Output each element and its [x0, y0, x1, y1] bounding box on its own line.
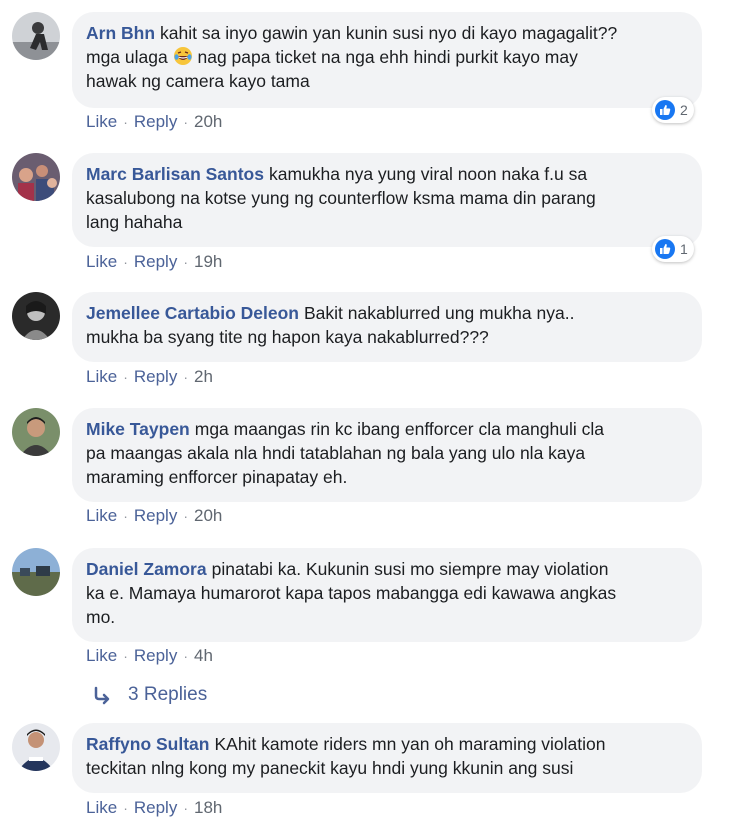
like-link[interactable]: Like	[86, 112, 117, 131]
separator-dot: ·	[183, 648, 188, 664]
separator-dot: ·	[123, 254, 128, 270]
comment-text: Bakit nakablurred ung mukha nya..	[304, 303, 575, 323]
comment-actions: Like · Reply · 18h	[86, 798, 222, 818]
reaction-number: 2	[680, 102, 688, 118]
like-link[interactable]: Like	[86, 252, 117, 271]
avatar-image	[12, 12, 60, 60]
comment-text: mga maangas rin kc ibang enfforcer cla m…	[194, 419, 604, 439]
comment-text: pa maangas akala nla hndi tatablahan ng …	[86, 443, 586, 463]
comment-bubble: Daniel Zamora pinatabi ka. Kukunin susi m…	[72, 548, 702, 642]
separator-dot: ·	[123, 114, 128, 130]
avatar[interactable]	[12, 548, 60, 596]
reply-link[interactable]: Reply	[134, 506, 177, 525]
separator-dot: ·	[183, 114, 188, 130]
reply-link[interactable]: Reply	[134, 112, 177, 131]
comment-author[interactable]: Raffyno Sultan	[86, 734, 209, 754]
timestamp[interactable]: 20h	[194, 112, 222, 131]
comment-actions: Like · Reply · 20h	[86, 112, 222, 132]
comment-text: mga ulaga	[86, 47, 168, 67]
avatar[interactable]	[12, 723, 60, 771]
comment-text: kamukha nya yung viral noon naka f.u sa	[268, 164, 588, 184]
comment-bubble: Marc Barlisan Santos kamukha nya yung vir…	[72, 153, 702, 247]
timestamp[interactable]: 20h	[194, 506, 222, 525]
comment-bubble: Jemellee Cartabio Deleon Bakit nakablurre…	[72, 292, 702, 362]
comment-text: kahit sa inyo gawin yan kunin susi nyo d…	[160, 23, 618, 43]
avatar-image	[12, 408, 60, 456]
avatar-image	[12, 292, 60, 340]
comment-text: lang hahaha	[86, 212, 183, 232]
separator-dot: ·	[123, 800, 128, 816]
comment-author[interactable]: Marc Barlisan Santos	[86, 164, 264, 184]
comment-bubble: Mike Taypen mga maangas rin kc ibang enff…	[72, 408, 702, 502]
reply-arrow-icon	[94, 686, 110, 705]
timestamp[interactable]: 18h	[194, 798, 222, 817]
avatar[interactable]	[12, 408, 60, 456]
like-icon	[655, 239, 675, 259]
comment-text: ka e. Mamaya humarorot kapa tapos mabang…	[86, 583, 617, 603]
avatar[interactable]	[12, 153, 60, 201]
comment-text: KAhit kamote riders mn yan oh maraming v…	[214, 734, 606, 754]
reaction-count[interactable]: 1	[652, 236, 694, 262]
separator-dot: ·	[183, 800, 188, 816]
reply-link[interactable]: Reply	[134, 798, 177, 817]
comment-bubble: Arn Bhn kahit sa inyo gawin yan kunin sus…	[72, 12, 702, 108]
like-link[interactable]: Like	[86, 798, 117, 817]
comment-text: mukha ba syang tite ng hapon kaya nakabl…	[86, 327, 489, 347]
comment-actions: Like · Reply · 2h	[86, 367, 213, 387]
avatar-image	[12, 153, 60, 201]
avatar-image	[12, 548, 60, 596]
replies-count-label: 3 Replies	[128, 684, 208, 705]
comment-author[interactable]: Daniel Zamora	[86, 559, 207, 579]
comment-actions: Like · Reply · 20h	[86, 506, 222, 526]
comment-author[interactable]: Arn Bhn	[86, 23, 155, 43]
timestamp[interactable]: 4h	[194, 646, 213, 665]
reply-link[interactable]: Reply	[134, 646, 177, 665]
comment-text: kasalubong na kotse yung ng counterflow …	[86, 188, 596, 208]
avatar[interactable]	[12, 12, 60, 60]
comment-text: nag papa ticket na nga ehh hindi purkit …	[197, 47, 578, 67]
comment-actions: Like · Reply · 4h	[86, 646, 213, 666]
comment-text: mo.	[86, 607, 116, 627]
like-link[interactable]: Like	[86, 646, 117, 665]
laughing-crying-emoji-icon	[173, 47, 192, 65]
like-icon	[655, 100, 675, 120]
comment-bubble: Raffyno Sultan KAhit kamote riders mn yan…	[72, 723, 702, 793]
avatar-image	[12, 723, 60, 771]
like-link[interactable]: Like	[86, 367, 117, 386]
comment-text: maraming enfforcer pinapatay eh.	[86, 467, 348, 487]
comment-text: hawak ng camera kayo tama	[86, 71, 310, 91]
timestamp[interactable]: 19h	[194, 252, 222, 271]
comment-author[interactable]: Jemellee Cartabio Deleon	[86, 303, 299, 323]
separator-dot: ·	[183, 254, 188, 270]
avatar[interactable]	[12, 292, 60, 340]
view-replies-link[interactable]: 3 Replies	[92, 684, 207, 706]
reaction-number: 1	[680, 241, 688, 257]
comment-actions: Like · Reply · 19h	[86, 252, 222, 272]
reply-link[interactable]: Reply	[134, 367, 177, 386]
comment-text: pinatabi ka. Kukunin susi mo siempre may…	[211, 559, 609, 579]
separator-dot: ·	[123, 648, 128, 664]
reply-link[interactable]: Reply	[134, 252, 177, 271]
like-link[interactable]: Like	[86, 506, 117, 525]
separator-dot: ·	[183, 369, 188, 385]
comment-author[interactable]: Mike Taypen	[86, 419, 190, 439]
comment-text: teckitan nlng kong my paneckit kayu hndi…	[86, 758, 574, 778]
reaction-count[interactable]: 2	[652, 97, 694, 123]
timestamp[interactable]: 2h	[194, 367, 213, 386]
separator-dot: ·	[123, 508, 128, 524]
separator-dot: ·	[183, 508, 188, 524]
separator-dot: ·	[123, 369, 128, 385]
